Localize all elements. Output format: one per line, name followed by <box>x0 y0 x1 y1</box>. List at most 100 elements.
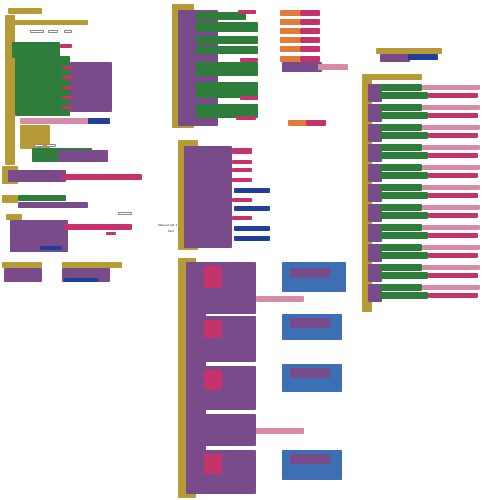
text-block[interactable] <box>62 66 74 69</box>
text-block[interactable] <box>428 133 478 138</box>
logic-block[interactable] <box>64 278 98 282</box>
component-block[interactable] <box>380 252 428 259</box>
text-light-block[interactable] <box>422 165 480 170</box>
variable-block[interactable] <box>280 28 300 34</box>
component-block[interactable] <box>380 104 422 111</box>
component-block[interactable] <box>380 132 428 139</box>
text-block[interactable] <box>60 44 72 48</box>
component-block[interactable] <box>380 244 422 251</box>
component-block[interactable] <box>380 212 428 219</box>
text-block[interactable] <box>232 198 252 202</box>
text-block[interactable] <box>428 113 478 118</box>
text-block[interactable] <box>62 86 74 89</box>
text-block[interactable] <box>62 174 142 180</box>
event-block[interactable] <box>2 195 18 203</box>
text-block[interactable] <box>232 178 252 182</box>
text-light-block[interactable] <box>20 118 90 124</box>
procedure-block[interactable] <box>4 268 42 282</box>
component-block[interactable] <box>196 62 258 76</box>
component-block[interactable] <box>380 204 422 211</box>
text-light-block[interactable] <box>422 125 480 130</box>
text-block[interactable] <box>306 120 326 126</box>
text-block[interactable] <box>300 10 320 16</box>
procedure-block[interactable] <box>184 146 232 248</box>
text-block[interactable] <box>428 253 478 258</box>
text-block[interactable] <box>204 320 222 338</box>
procedure-block[interactable] <box>290 368 330 378</box>
component-block[interactable] <box>196 22 258 32</box>
component-block[interactable] <box>380 84 422 91</box>
logic-block[interactable] <box>234 236 270 241</box>
text-block[interactable] <box>428 233 478 238</box>
variable-block[interactable] <box>280 19 300 25</box>
text-block[interactable] <box>204 266 222 288</box>
text-light-block[interactable] <box>422 225 480 230</box>
control-block[interactable] <box>5 15 15 165</box>
text-light-block[interactable] <box>422 265 480 270</box>
procedure-block[interactable] <box>380 54 410 62</box>
text-light-block[interactable] <box>256 296 304 302</box>
component-block[interactable] <box>380 152 428 159</box>
variable-block[interactable] <box>280 10 300 16</box>
text-light-block[interactable] <box>422 145 480 150</box>
procedure-block[interactable] <box>18 202 88 208</box>
logic-block[interactable] <box>234 188 270 193</box>
text-block[interactable] <box>62 76 74 79</box>
text-block[interactable] <box>428 273 478 278</box>
procedure-block[interactable] <box>58 150 108 162</box>
text-light-block[interactable] <box>422 245 480 250</box>
text-block[interactable] <box>300 19 320 25</box>
text-block[interactable] <box>300 46 320 52</box>
component-block[interactable] <box>196 36 258 44</box>
text-light-block[interactable] <box>422 205 480 210</box>
text-block[interactable] <box>240 96 258 100</box>
procedure-block[interactable] <box>290 268 330 278</box>
variable-block[interactable] <box>288 120 308 126</box>
component-block[interactable] <box>380 292 428 299</box>
logic-block[interactable] <box>234 226 270 231</box>
text-block[interactable] <box>428 193 478 198</box>
text-block[interactable] <box>428 93 478 98</box>
component-block[interactable] <box>196 46 258 54</box>
component-block[interactable] <box>380 224 422 231</box>
component-block[interactable] <box>380 172 428 179</box>
component-block[interactable] <box>380 124 422 131</box>
text-block[interactable] <box>238 10 256 14</box>
text-block[interactable] <box>428 213 478 218</box>
procedure-block[interactable] <box>282 62 322 72</box>
text-block[interactable] <box>232 216 252 220</box>
text-light-block[interactable] <box>318 64 348 70</box>
component-block[interactable] <box>380 192 428 199</box>
component-block[interactable] <box>380 184 422 191</box>
text-block[interactable] <box>232 168 252 172</box>
component-block[interactable] <box>380 232 428 239</box>
text-light-block[interactable] <box>422 105 480 110</box>
component-block[interactable] <box>380 284 422 291</box>
procedure-block[interactable] <box>70 62 112 112</box>
text-block[interactable] <box>428 153 478 158</box>
component-block[interactable] <box>380 112 428 119</box>
text-block[interactable] <box>300 28 320 34</box>
text-block[interactable] <box>428 173 478 178</box>
text-block[interactable] <box>232 160 252 164</box>
component-block[interactable] <box>380 164 422 171</box>
text-block[interactable] <box>62 106 74 109</box>
text-block[interactable] <box>204 454 222 474</box>
text-block[interactable] <box>62 96 74 99</box>
text-light-block[interactable] <box>422 285 480 290</box>
text-block[interactable] <box>232 148 252 154</box>
event-block-header[interactable] <box>8 8 42 14</box>
logic-block[interactable] <box>88 118 110 124</box>
component-block[interactable] <box>18 195 66 201</box>
variable-block[interactable] <box>280 46 300 52</box>
component-block[interactable] <box>380 144 422 151</box>
text-block[interactable] <box>236 116 256 120</box>
text-block[interactable] <box>64 224 132 230</box>
procedure-block[interactable] <box>196 414 256 446</box>
text-block[interactable] <box>428 293 478 298</box>
text-light-block[interactable] <box>422 185 480 190</box>
control-block[interactable] <box>8 20 88 25</box>
procedure-block[interactable] <box>290 318 330 328</box>
procedure-block[interactable] <box>290 454 330 464</box>
component-block[interactable] <box>380 264 422 271</box>
